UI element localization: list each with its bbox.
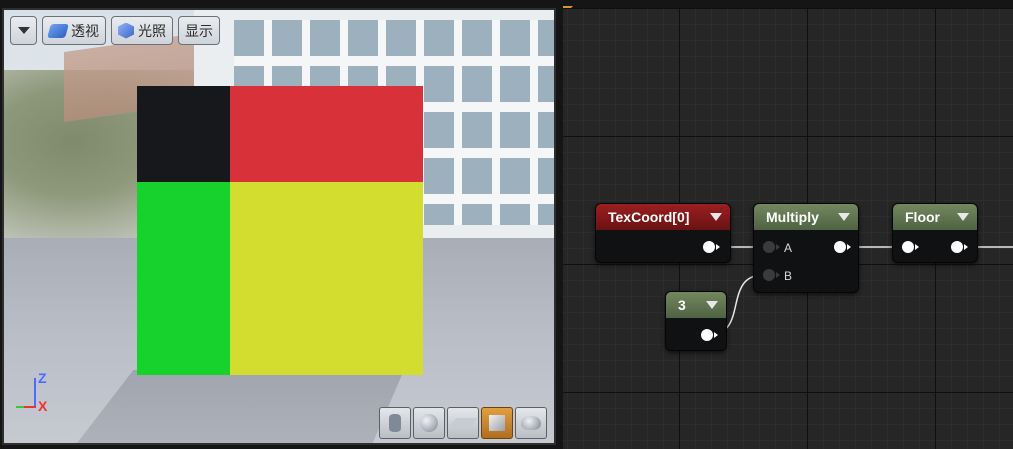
- quadrant-yellow: [230, 182, 423, 375]
- texcoord-node-title: TexCoord[0]: [608, 209, 690, 225]
- sphere-icon: [420, 414, 438, 432]
- constant-output-pin[interactable]: [701, 329, 718, 341]
- cylinder-shape-button[interactable]: [379, 407, 411, 439]
- floor-node-title: Floor: [905, 209, 940, 225]
- floor-node-header[interactable]: Floor: [893, 204, 977, 230]
- collapse-triangle-icon[interactable]: [706, 301, 718, 309]
- quadrant-green: [137, 182, 230, 375]
- constant-node-title: 3: [678, 297, 686, 313]
- constant-node[interactable]: 3: [665, 291, 727, 351]
- quadrant-black: [137, 86, 230, 182]
- multiply-input-b-label: B: [784, 269, 793, 283]
- cube-shape-button[interactable]: [481, 407, 513, 439]
- multiply-input-b-pin[interactable]: [763, 269, 780, 281]
- multiply-input-a-label: A: [784, 241, 793, 255]
- texcoord-node[interactable]: TexCoord[0]: [595, 203, 731, 263]
- collapse-triangle-icon[interactable]: [838, 213, 850, 221]
- cylinder-icon: [389, 414, 401, 432]
- plane-icon: [447, 418, 479, 428]
- quadrant-red: [230, 86, 423, 182]
- lit-label: 光照: [138, 22, 166, 39]
- material-graph-canvas[interactable]: TexCoord[0] Multiply A B Floor 3: [563, 8, 1013, 449]
- z-axis-label: Z: [38, 370, 47, 386]
- axis-gizmo: Z X: [14, 370, 54, 416]
- multiply-node[interactable]: Multiply A B: [753, 203, 859, 293]
- teapot-shape-button[interactable]: [515, 407, 547, 439]
- perspective-icon: [47, 23, 69, 38]
- x-axis-label: X: [38, 398, 48, 414]
- show-button[interactable]: 显示: [178, 16, 220, 45]
- material-preview-viewport[interactable]: 透视 光照 显示 Z X: [2, 8, 556, 445]
- floor-input-pin[interactable]: [902, 241, 919, 253]
- perspective-button[interactable]: 透视: [42, 16, 106, 45]
- preview-plane-mesh: [137, 86, 423, 375]
- teapot-icon: [521, 416, 541, 430]
- floor-node[interactable]: Floor: [892, 203, 978, 263]
- plane-shape-button[interactable]: [447, 407, 479, 439]
- collapse-triangle-icon[interactable]: [710, 213, 722, 221]
- viewport-toolbar: 透视 光照 显示: [10, 16, 220, 45]
- show-label: 显示: [185, 22, 213, 39]
- multiply-node-header[interactable]: Multiply: [754, 204, 858, 230]
- constant-node-header[interactable]: 3: [666, 292, 726, 318]
- texcoord-output-pin[interactable]: [703, 241, 720, 253]
- y-axis-line: [16, 406, 24, 408]
- x-axis-line: [22, 406, 36, 408]
- collapse-triangle-icon[interactable]: [957, 213, 969, 221]
- sphere-shape-button[interactable]: [413, 407, 445, 439]
- lit-mode-button[interactable]: 光照: [111, 16, 173, 45]
- viewport-options-button[interactable]: [10, 16, 37, 45]
- multiply-node-title: Multiply: [766, 209, 819, 225]
- cube-icon: [489, 415, 505, 431]
- multiply-output-pin[interactable]: [834, 241, 851, 253]
- lit-icon: [118, 22, 134, 39]
- floor-output-pin[interactable]: [951, 241, 968, 253]
- perspective-label: 透视: [71, 22, 99, 39]
- chevron-down-icon: [17, 27, 30, 34]
- texcoord-node-header[interactable]: TexCoord[0]: [596, 204, 730, 230]
- multiply-input-a-pin[interactable]: [763, 241, 780, 253]
- preview-shape-bar: [379, 407, 547, 439]
- z-axis-line: [34, 378, 36, 408]
